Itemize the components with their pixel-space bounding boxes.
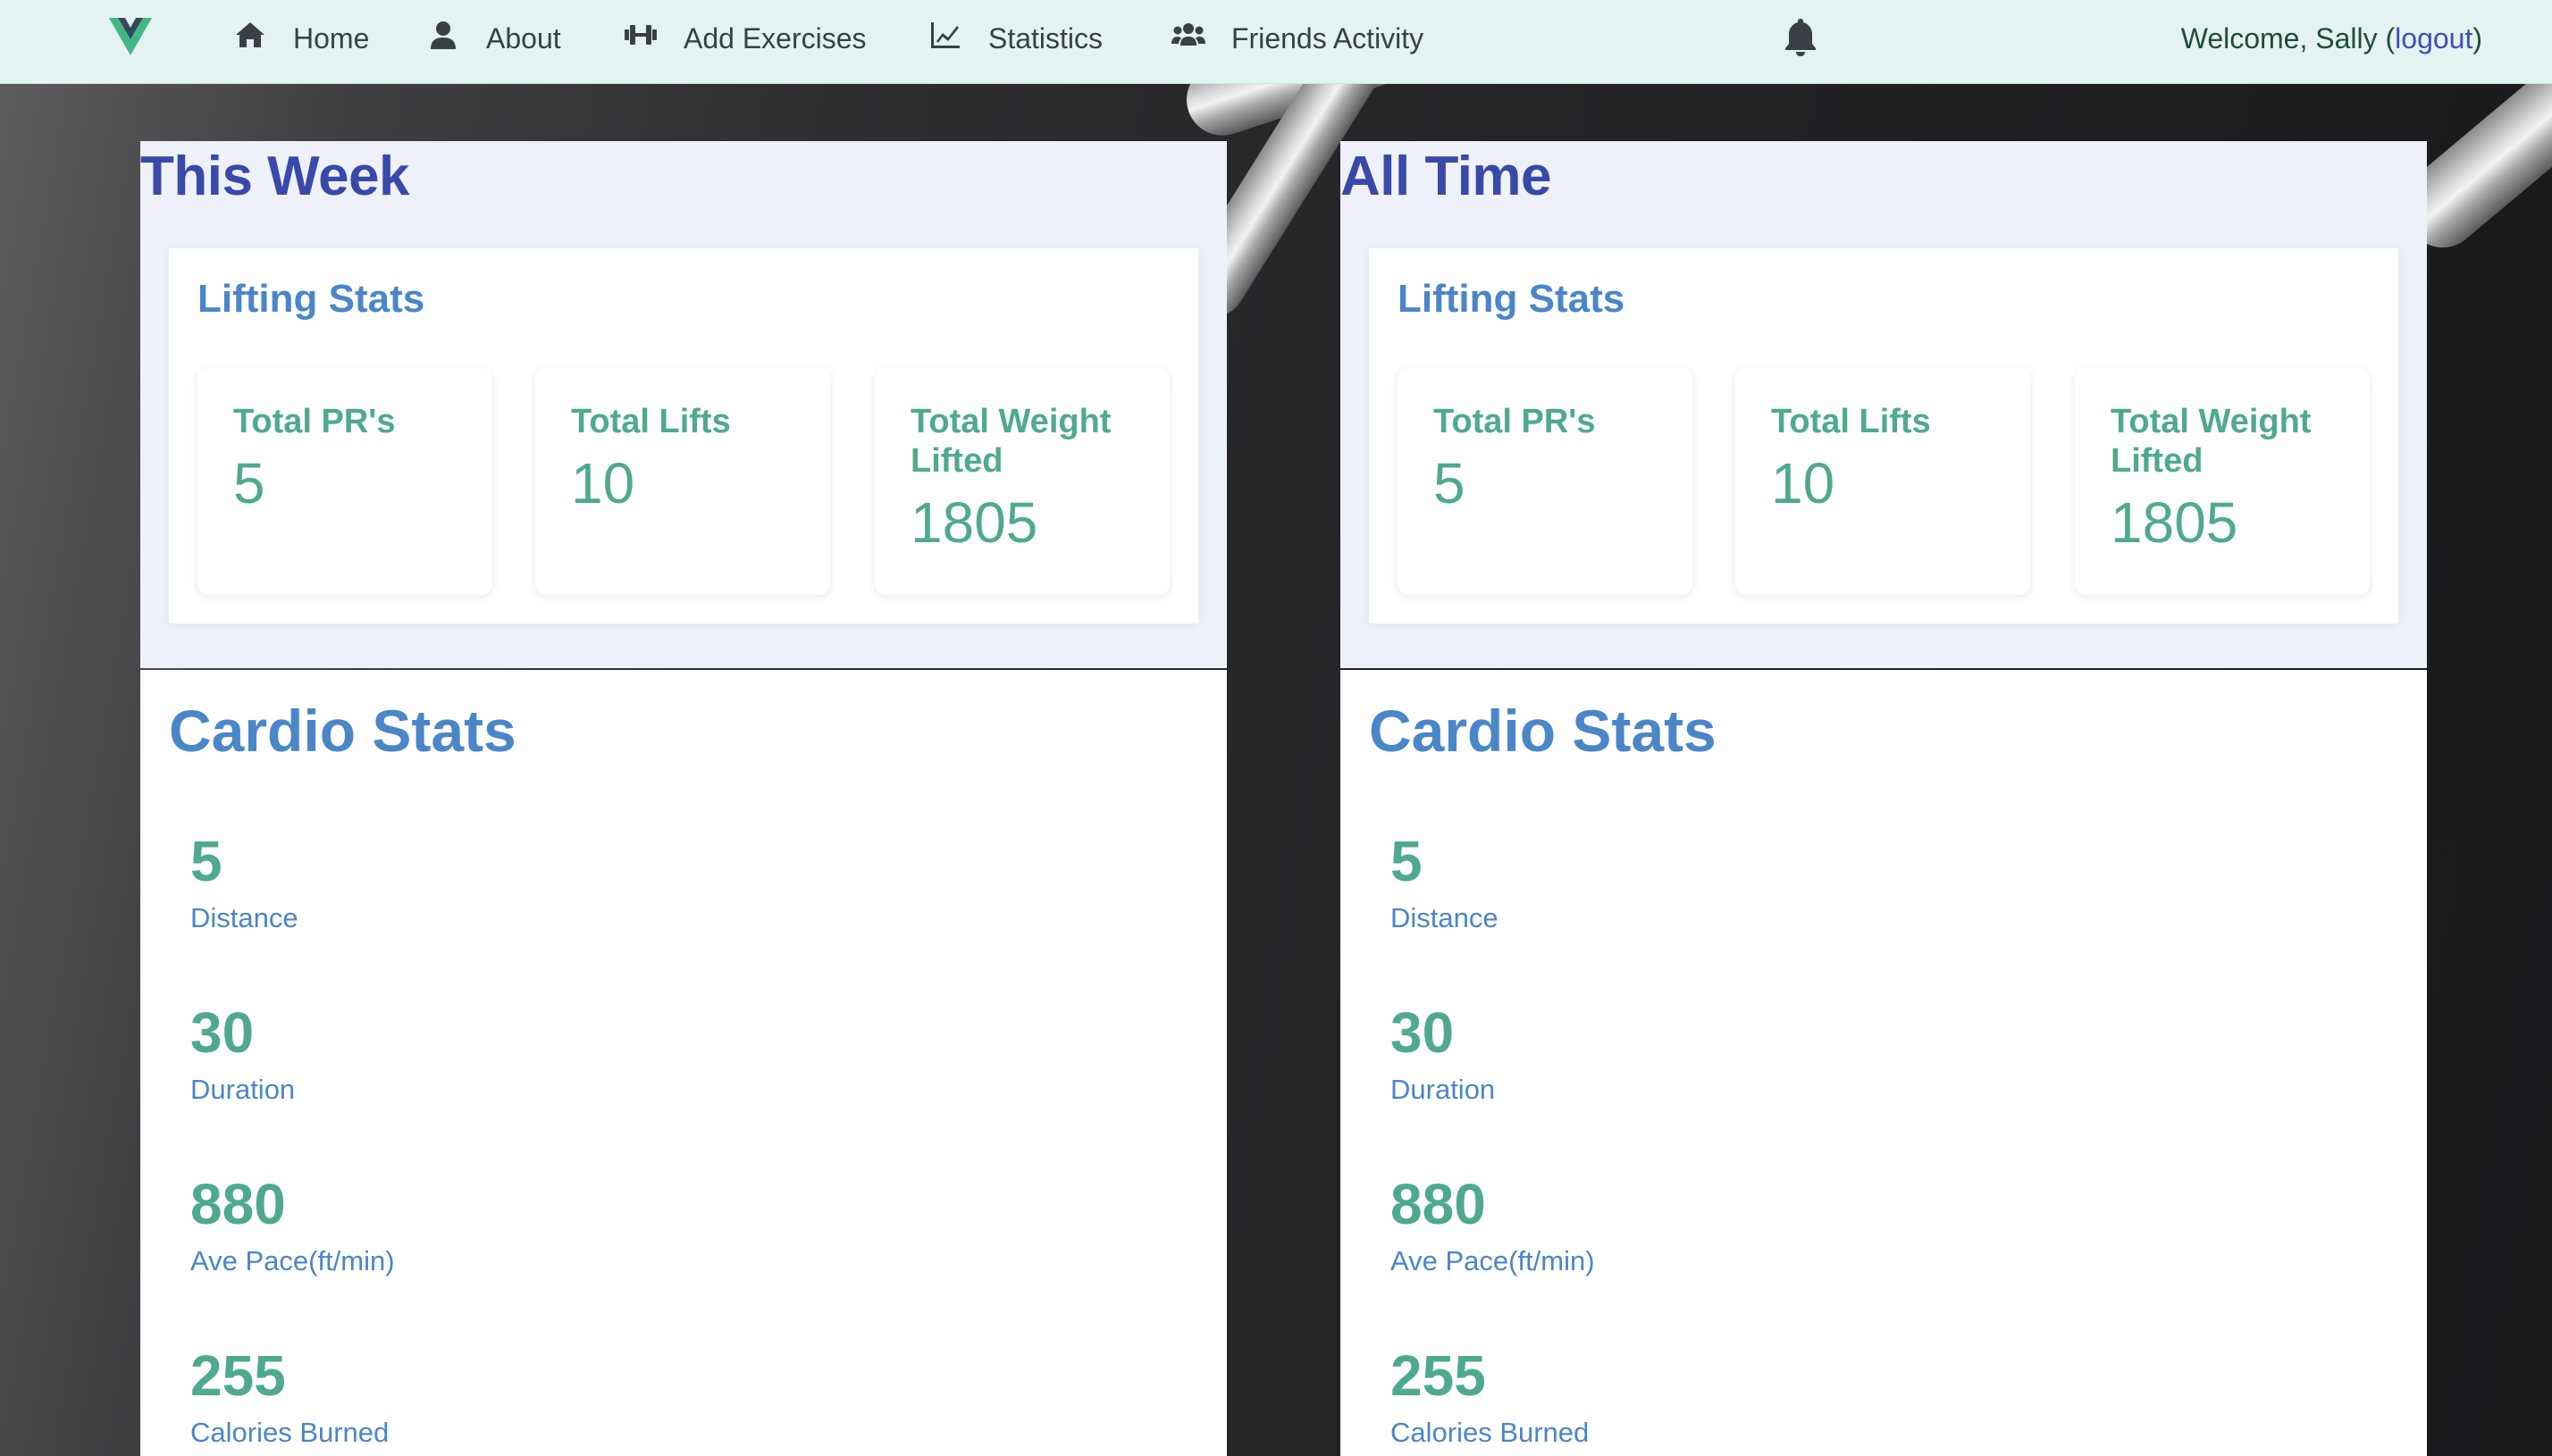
cardio-label: Ave Pace(ft/min) <box>1390 1245 1595 1276</box>
nav-home[interactable]: Home <box>232 0 369 77</box>
lifting-stats-title: Lifting Stats <box>197 277 425 321</box>
cardio-stats-panel: Cardio Stats 5 Distance 30 Duration 880 … <box>140 670 1227 1456</box>
stat-card-total-weight: Total Weight Lifted 1805 <box>875 368 1170 595</box>
dumbbell-icon <box>623 17 659 60</box>
stat-label: Total PR's <box>1433 403 1596 440</box>
cardio-label: Duration <box>1390 1074 1496 1105</box>
stat-card-total-lifts: Total Lifts 10 <box>535 368 830 595</box>
welcome-message: Welcome, Sally (logout) <box>2181 0 2482 77</box>
all-time-header-panel: All Time Lifting Stats Total PR's 5 Tota… <box>1340 141 2427 668</box>
welcome-text: Welcome, Sally ( <box>2180 21 2396 54</box>
nav-friends-activity-label: Friends Activity <box>1231 21 1424 54</box>
cardio-item-calories: 255 Calories Burned <box>190 1347 389 1449</box>
cardio-item-duration: 30 Duration <box>190 1004 295 1106</box>
stat-label: Total Weight Lifted <box>911 403 1112 480</box>
nav-statistics[interactable]: Statistics <box>928 0 1103 77</box>
stat-card-total-lifts: Total Lifts 10 <box>1735 368 2030 595</box>
cardio-item-calories: 255 Calories Burned <box>1390 1347 1589 1449</box>
notifications-bell-icon[interactable] <box>1781 16 1820 59</box>
cardio-value: 30 <box>1390 1000 1455 1065</box>
top-navbar: Home About Add Exercises Statistics Frie… <box>0 0 2552 84</box>
cardio-stats-title: Cardio Stats <box>1369 698 1717 764</box>
logout-link[interactable]: logout <box>2395 22 2472 55</box>
cardio-value: 880 <box>1390 1172 1486 1236</box>
stat-value: 1805 <box>2111 490 2238 555</box>
users-icon <box>1171 17 1206 60</box>
cardio-label: Duration <box>190 1074 296 1105</box>
cardio-label: Ave Pace(ft/min) <box>190 1245 395 1276</box>
stat-value: 5 <box>233 451 265 515</box>
cardio-item-distance: 5 Distance <box>1390 833 1498 934</box>
nav-about[interactable]: About <box>425 0 561 77</box>
column-all-time: All Time Lifting Stats Total PR's 5 Tota… <box>1340 141 2427 1456</box>
column-this-week: This Week Lifting Stats Total PR's 5 Tot… <box>140 141 1227 1456</box>
lifting-stats-panel: Lifting Stats Total PR's 5 Total Lifts 1… <box>1369 248 2398 623</box>
cardio-value: 30 <box>190 1000 255 1065</box>
lifting-stats-panel: Lifting Stats Total PR's 5 Total Lifts 1… <box>169 248 1198 623</box>
stat-label: Total Weight Lifted <box>2111 403 2312 480</box>
stat-card-total-weight: Total Weight Lifted 1805 <box>2075 368 2370 595</box>
stat-label: Total PR's <box>233 403 396 440</box>
cardio-item-ave-pace: 880 Ave Pace(ft/min) <box>1390 1176 1595 1277</box>
stat-value: 5 <box>1433 451 1465 515</box>
stat-label: Total Lifts <box>571 403 731 440</box>
cardio-label: Distance <box>190 902 298 933</box>
cardio-stats-panel: Cardio Stats 5 Distance 30 Duration 880 … <box>1340 670 2427 1456</box>
vue-logo-icon[interactable] <box>109 18 152 55</box>
nav-about-label: About <box>486 21 561 54</box>
cardio-value: 5 <box>1390 829 1423 893</box>
nav-home-label: Home <box>293 21 370 54</box>
stat-label: Total Lifts <box>1771 403 1931 440</box>
stat-card-total-prs: Total PR's 5 <box>197 368 492 595</box>
nav-add-exercises-label: Add Exercises <box>684 21 867 54</box>
welcome-close-paren: ) <box>2472 21 2482 54</box>
cardio-stats-title: Cardio Stats <box>169 698 516 764</box>
column-title: This Week <box>140 146 410 207</box>
lifting-stats-title: Lifting Stats <box>1398 277 1625 321</box>
cardio-label: Calories Burned <box>190 1417 390 1448</box>
nav-statistics-label: Statistics <box>988 21 1104 54</box>
home-icon <box>232 17 268 60</box>
this-week-header-panel: This Week Lifting Stats Total PR's 5 Tot… <box>140 141 1227 668</box>
cardio-value: 255 <box>1390 1343 1486 1408</box>
cardio-label: Distance <box>1390 902 1498 933</box>
cardio-value: 880 <box>190 1172 286 1236</box>
stat-value: 10 <box>1771 451 1835 515</box>
cardio-value: 5 <box>190 829 222 893</box>
cardio-item-ave-pace: 880 Ave Pace(ft/min) <box>190 1176 395 1277</box>
cardio-value: 255 <box>190 1343 286 1408</box>
nav-friends-activity[interactable]: Friends Activity <box>1171 0 1423 77</box>
chart-line-icon <box>928 17 963 60</box>
stat-value: 10 <box>571 451 635 515</box>
stat-card-total-prs: Total PR's 5 <box>1398 368 1692 595</box>
cardio-item-distance: 5 Distance <box>190 833 298 934</box>
nav-add-exercises[interactable]: Add Exercises <box>623 0 867 77</box>
user-icon <box>425 17 461 60</box>
cardio-label: Calories Burned <box>1390 1417 1590 1448</box>
stat-value: 1805 <box>911 490 1038 555</box>
cardio-item-duration: 30 Duration <box>1390 1004 1495 1106</box>
column-title: All Time <box>1340 146 1552 207</box>
